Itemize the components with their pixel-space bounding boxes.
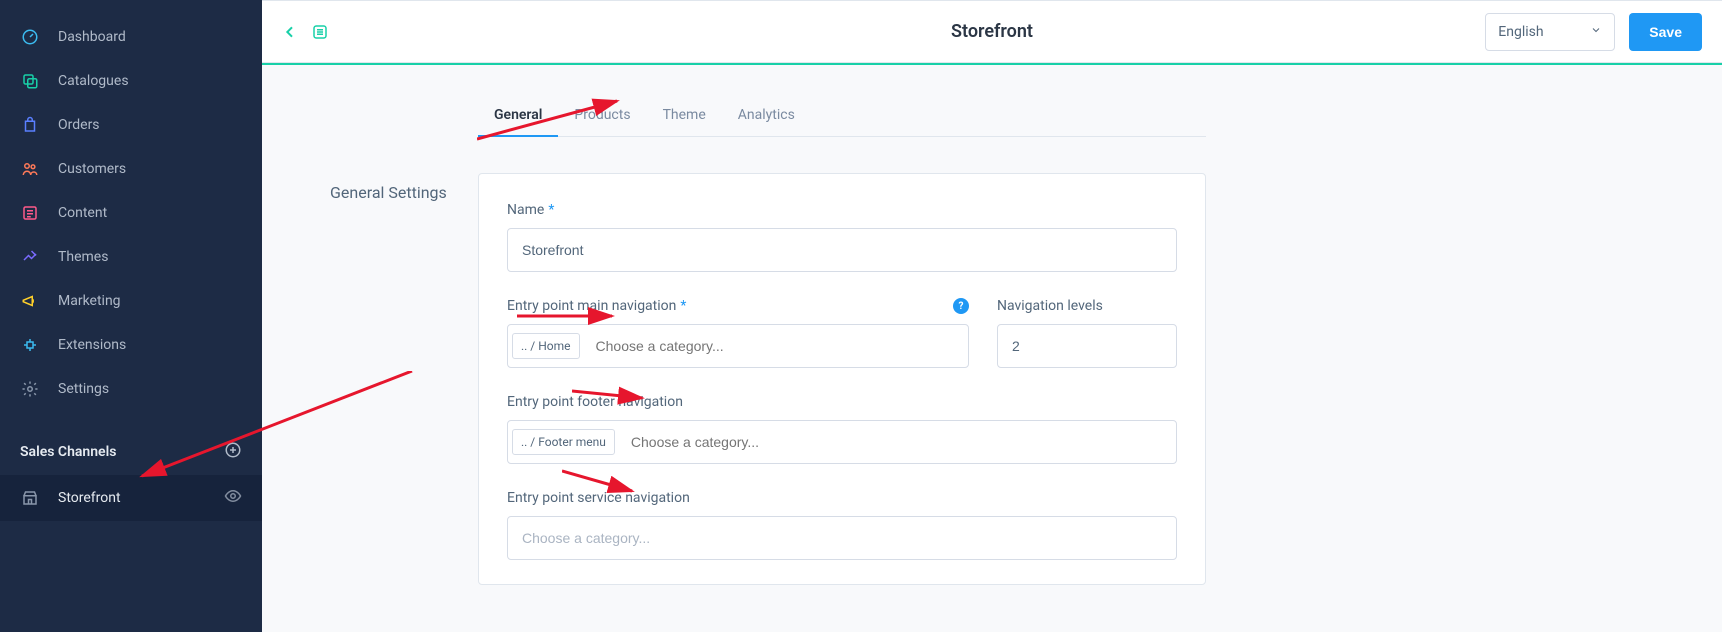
- content-icon: [20, 203, 40, 223]
- entry-main-placeholder[interactable]: [588, 338, 964, 354]
- gear-icon: [20, 379, 40, 399]
- list-toggle-icon[interactable]: [310, 22, 330, 42]
- nav-item-content[interactable]: Content: [0, 191, 262, 235]
- channel-label: Storefront: [58, 490, 224, 506]
- nav-levels-input[interactable]: [997, 324, 1177, 368]
- nav-item-extensions[interactable]: Extensions: [0, 323, 262, 367]
- back-icon[interactable]: [282, 24, 298, 40]
- required-mark: *: [548, 202, 554, 218]
- channel-list: Storefront: [0, 475, 262, 521]
- nav-item-settings[interactable]: Settings: [0, 367, 262, 411]
- topbar-left: [282, 22, 330, 42]
- nav-label: Dashboard: [58, 29, 242, 45]
- channel-item-storefront[interactable]: Storefront: [0, 475, 262, 521]
- nav-item-dashboard[interactable]: Dashboard: [0, 15, 262, 59]
- sales-channels-header: Sales Channels: [0, 429, 262, 475]
- help-icon[interactable]: ?: [953, 298, 969, 314]
- tab-products[interactable]: Products: [558, 95, 646, 136]
- entry-footer-label: Entry point footer navigation: [507, 394, 1177, 410]
- name-input[interactable]: [507, 228, 1177, 272]
- nav-label: Orders: [58, 117, 242, 133]
- users-icon: [20, 159, 40, 179]
- nav-label: Customers: [58, 161, 242, 177]
- gauge-icon: [20, 27, 40, 47]
- nav-label: Settings: [58, 381, 242, 397]
- tab-general[interactable]: General: [478, 95, 558, 137]
- nav-levels-label: Navigation levels: [997, 298, 1177, 314]
- entry-main-token[interactable]: .. / Home: [512, 333, 580, 359]
- sales-channels-label: Sales Channels: [20, 444, 116, 460]
- nav-label: Themes: [58, 249, 242, 265]
- sidebar: Dashboard Catalogues Orders Customers: [0, 0, 262, 632]
- topbar-right: English Save: [1485, 13, 1702, 51]
- entry-main-input[interactable]: .. / Home: [507, 324, 969, 368]
- nav-label: Extensions: [58, 337, 242, 353]
- language-value: English: [1498, 24, 1543, 40]
- nav-label: Marketing: [58, 293, 242, 309]
- entry-footer-placeholder[interactable]: [623, 434, 1172, 450]
- nav-label: Catalogues: [58, 73, 242, 89]
- main: Storefront English Save General Products…: [262, 0, 1722, 632]
- plugin-icon: [20, 335, 40, 355]
- entry-main-label: Entry point main navigation* ?: [507, 298, 969, 314]
- visibility-icon[interactable]: [224, 487, 242, 509]
- nav-item-catalogues[interactable]: Catalogues: [0, 59, 262, 103]
- bag-icon: [20, 115, 40, 135]
- nav-list: Dashboard Catalogues Orders Customers: [0, 0, 262, 411]
- entry-service-input[interactable]: [507, 516, 1177, 560]
- section-title: General Settings: [330, 173, 478, 585]
- copy-icon: [20, 71, 40, 91]
- topbar: Storefront English Save: [262, 1, 1722, 63]
- megaphone-icon: [20, 291, 40, 311]
- page-title: Storefront: [951, 21, 1033, 42]
- content: General Products Theme Analytics General…: [262, 65, 1722, 632]
- add-channel-icon[interactable]: [224, 441, 242, 463]
- tabs: General Products Theme Analytics: [478, 95, 1206, 137]
- entry-footer-input[interactable]: .. / Footer menu: [507, 420, 1177, 464]
- required-mark: *: [680, 298, 686, 314]
- nav-item-themes[interactable]: Themes: [0, 235, 262, 279]
- entry-footer-token[interactable]: .. / Footer menu: [512, 429, 615, 455]
- store-icon: [20, 488, 40, 508]
- entry-service-label: Entry point service navigation: [507, 490, 1177, 506]
- chevron-down-icon: [1590, 24, 1602, 40]
- tab-analytics[interactable]: Analytics: [722, 95, 811, 136]
- general-section: General Settings Name* Entry point main …: [330, 173, 1206, 585]
- general-card: Name* Entry point main navigation* ? .. …: [478, 173, 1206, 585]
- save-button[interactable]: Save: [1629, 13, 1702, 51]
- nav-item-customers[interactable]: Customers: [0, 147, 262, 191]
- nav-item-orders[interactable]: Orders: [0, 103, 262, 147]
- nav-item-marketing[interactable]: Marketing: [0, 279, 262, 323]
- name-label: Name*: [507, 202, 1177, 218]
- language-select[interactable]: English: [1485, 13, 1615, 51]
- nav-label: Content: [58, 205, 242, 221]
- paint-icon: [20, 247, 40, 267]
- tab-theme[interactable]: Theme: [647, 95, 722, 136]
